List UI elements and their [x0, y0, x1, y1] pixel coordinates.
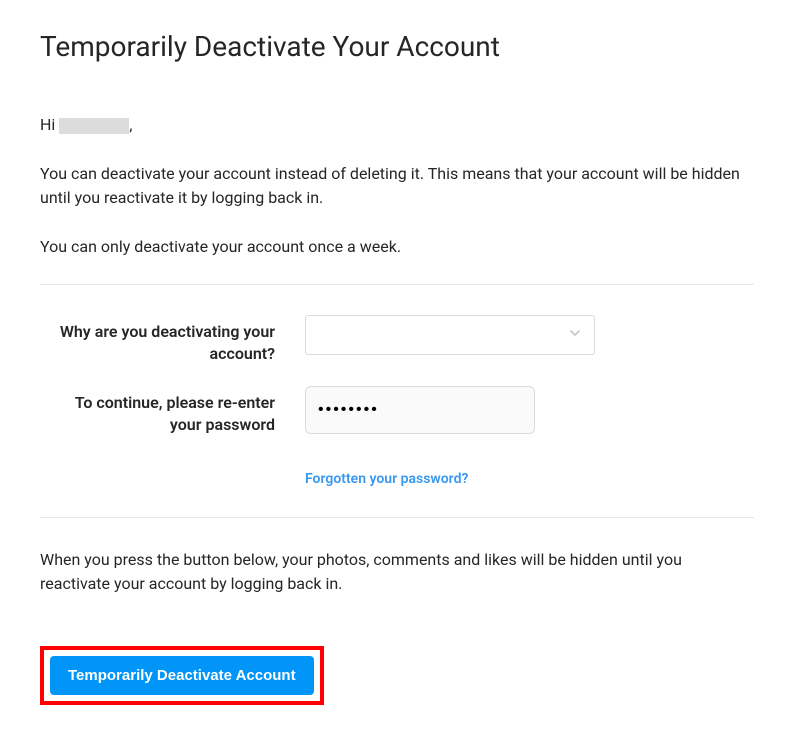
form-section: Why are you deactivating your account? T… — [40, 305, 754, 497]
reason-select[interactable] — [305, 315, 595, 355]
footer-section: When you press the button below, your ph… — [40, 548, 754, 705]
divider-top — [40, 284, 754, 285]
username-redacted — [59, 118, 129, 134]
greeting-line: Hi , — [40, 113, 754, 137]
forgot-password-link[interactable]: Forgotten your password? — [305, 471, 468, 487]
reason-label: Why are you deactivating your account? — [40, 315, 305, 366]
divider-bottom — [40, 517, 754, 518]
page-title: Temporarily Deactivate Your Account — [40, 30, 754, 63]
password-label: To continue, please re-enter your passwo… — [40, 386, 305, 437]
greeting-suffix: , — [129, 115, 132, 134]
footer-note: When you press the button below, your ph… — [40, 548, 754, 596]
intro-paragraph-2: You can only deactivate your account onc… — [40, 235, 754, 259]
intro-paragraph-1: You can deactivate your account instead … — [40, 162, 754, 210]
password-input[interactable] — [305, 386, 535, 434]
highlight-annotation: Temporarily Deactivate Account — [40, 646, 324, 705]
deactivate-button[interactable]: Temporarily Deactivate Account — [50, 656, 314, 695]
greeting-prefix: Hi — [40, 115, 59, 134]
